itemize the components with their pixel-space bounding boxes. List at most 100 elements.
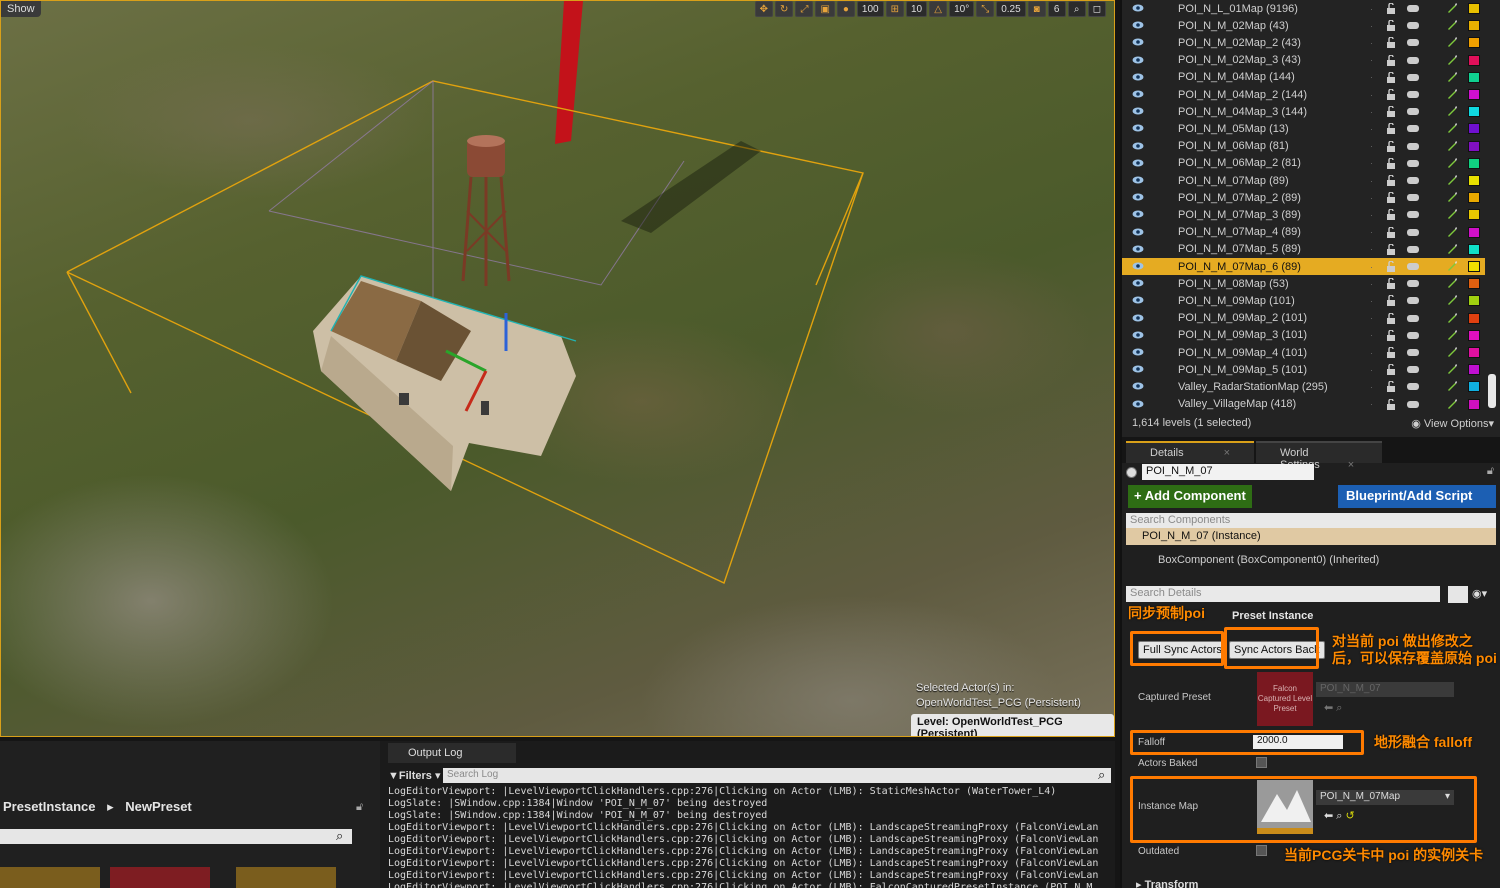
pencil-icon[interactable] (1446, 243, 1458, 255)
lock-icon[interactable] (1386, 175, 1398, 186)
level-color-swatch[interactable] (1468, 71, 1480, 83)
lock-icon[interactable] (1386, 71, 1398, 83)
level-row[interactable]: POI_N_M_07Map_6 (89) · (1122, 258, 1485, 275)
gamepad-icon[interactable] (1406, 106, 1420, 117)
eye-icon[interactable] (1132, 244, 1144, 254)
level-color-swatch[interactable] (1468, 278, 1480, 290)
level-viewport[interactable]: Show ✥ ↻ ⤢ ▣ ● 100 ⊞ 10 △ 10° ⤡ 0.25 ◙ 6… (0, 0, 1115, 737)
search-components-input[interactable]: Search Components (1126, 513, 1496, 529)
eye-icon[interactable] (1132, 37, 1144, 47)
level-color-swatch[interactable] (1468, 3, 1480, 14)
lock-icon[interactable] (1386, 140, 1398, 152)
gamepad-icon[interactable] (1406, 347, 1420, 358)
level-color-swatch[interactable] (1468, 261, 1480, 272)
level-row[interactable]: POI_N_M_04Map_3 (144) · (1122, 103, 1485, 120)
level-color-swatch[interactable] (1468, 37, 1480, 49)
eye-icon[interactable] (1132, 3, 1144, 13)
lock-icon[interactable] (1386, 123, 1398, 135)
lock-icon[interactable] (1386, 278, 1398, 290)
lock-icon[interactable]: 🔓︎ (1487, 465, 1494, 478)
pencil-icon[interactable] (1446, 312, 1458, 324)
level-row[interactable]: POI_N_M_05Map (13) · (1122, 120, 1485, 137)
level-color-swatch[interactable] (1468, 192, 1480, 204)
lock-icon[interactable] (1386, 329, 1398, 341)
gamepad-icon[interactable] (1406, 399, 1420, 410)
eye-icon[interactable] (1132, 261, 1144, 271)
pencil-icon[interactable] (1446, 346, 1458, 358)
eye-icon[interactable] (1132, 330, 1144, 340)
gamepad-icon[interactable] (1406, 20, 1420, 31)
visibility-eye-icon[interactable]: ◉▾ (1472, 587, 1487, 600)
maximize-icon[interactable]: ◻ (1087, 1, 1106, 17)
grid-snap-value[interactable]: 10 (905, 1, 928, 17)
lock-icon[interactable] (1386, 89, 1398, 100)
eye-icon[interactable] (1132, 89, 1144, 99)
lock-icon[interactable] (1386, 3, 1398, 14)
scale-snap-icon[interactable]: ⤡ (976, 1, 995, 17)
gamepad-icon[interactable] (1406, 141, 1420, 152)
gamepad-icon[interactable] (1406, 261, 1420, 272)
level-row[interactable]: POI_N_M_09Map (101) · (1122, 292, 1485, 309)
tab-details[interactable]: Details × (1126, 441, 1254, 463)
gamepad-icon[interactable] (1406, 330, 1420, 341)
eye-icon[interactable] (1132, 347, 1144, 357)
eye-icon[interactable] (1132, 364, 1144, 374)
pencil-icon[interactable] (1446, 105, 1458, 117)
pencil-icon[interactable] (1446, 88, 1458, 100)
level-row[interactable]: POI_N_M_09Map_3 (101) · (1122, 327, 1485, 344)
add-component-button[interactable]: + Add Component (1128, 485, 1252, 508)
lock-icon[interactable] (1386, 243, 1398, 255)
pencil-icon[interactable] (1446, 363, 1458, 375)
eye-icon[interactable] (1132, 106, 1144, 116)
outdated-checkbox[interactable] (1256, 845, 1267, 856)
pencil-icon[interactable] (1446, 36, 1458, 48)
captured-preset-combo[interactable]: POI_N_M_07 (1316, 682, 1454, 697)
gamepad-icon[interactable] (1406, 244, 1420, 255)
pencil-icon[interactable] (1446, 140, 1458, 152)
gamepad-icon[interactable] (1406, 89, 1420, 100)
rotation-snap-icon[interactable]: △ (929, 1, 948, 17)
lock-icon[interactable] (1386, 312, 1398, 324)
pencil-icon[interactable] (1446, 157, 1458, 169)
scale-snap-value[interactable]: 0.25 (996, 1, 1026, 17)
level-color-swatch[interactable] (1468, 157, 1480, 169)
eye-icon[interactable] (1132, 158, 1144, 168)
eye-icon[interactable] (1132, 227, 1144, 237)
pencil-icon[interactable] (1446, 2, 1458, 14)
lock-icon[interactable] (1386, 381, 1398, 393)
eye-icon[interactable] (1132, 295, 1144, 305)
lock-icon[interactable] (1386, 364, 1398, 376)
search-icon[interactable]: ⌕ (1098, 767, 1105, 783)
eye-icon[interactable] (1132, 141, 1144, 151)
pencil-icon[interactable] (1446, 71, 1458, 83)
lock-icon[interactable] (1386, 20, 1398, 32)
level-color-swatch[interactable] (1468, 243, 1480, 255)
lock-icon[interactable] (1386, 54, 1398, 66)
pencil-icon[interactable] (1446, 174, 1458, 186)
search-icon[interactable]: ⌕ (1067, 1, 1086, 17)
level-row[interactable]: Valley_VillageMap (418) · (1122, 396, 1485, 413)
level-color-swatch[interactable] (1468, 295, 1480, 307)
eye-icon[interactable] (1132, 192, 1144, 202)
level-row[interactable]: POI_N_M_04Map (144) · (1122, 69, 1485, 86)
gamepad-icon[interactable] (1406, 381, 1420, 392)
level-row[interactable]: POI_N_M_09Map_5 (101) · (1122, 361, 1485, 378)
eye-icon[interactable] (1132, 278, 1144, 288)
eye-icon[interactable] (1132, 399, 1144, 409)
pencil-icon[interactable] (1446, 329, 1458, 341)
property-matrix-icon[interactable] (1448, 586, 1468, 603)
blueprint-add-script-button[interactable]: Blueprint/Add Script (1338, 485, 1496, 508)
asset-tile[interactable] (0, 867, 100, 888)
view-options-button[interactable]: ◉ View Options▾ (1411, 417, 1494, 430)
level-color-swatch[interactable] (1468, 312, 1480, 324)
eye-icon[interactable] (1132, 381, 1144, 391)
gamepad-icon[interactable] (1406, 227, 1420, 238)
level-color-swatch[interactable] (1468, 364, 1480, 376)
level-color-swatch[interactable] (1468, 226, 1480, 238)
gamepad-icon[interactable] (1406, 55, 1420, 66)
grid-snap-icon[interactable]: ⊞ (885, 1, 904, 17)
level-color-swatch[interactable] (1468, 106, 1480, 118)
lock-icon[interactable] (1386, 347, 1398, 358)
translate-tool-icon[interactable]: ✥ (754, 1, 774, 17)
rotate-tool-icon[interactable]: ↻ (775, 1, 794, 17)
